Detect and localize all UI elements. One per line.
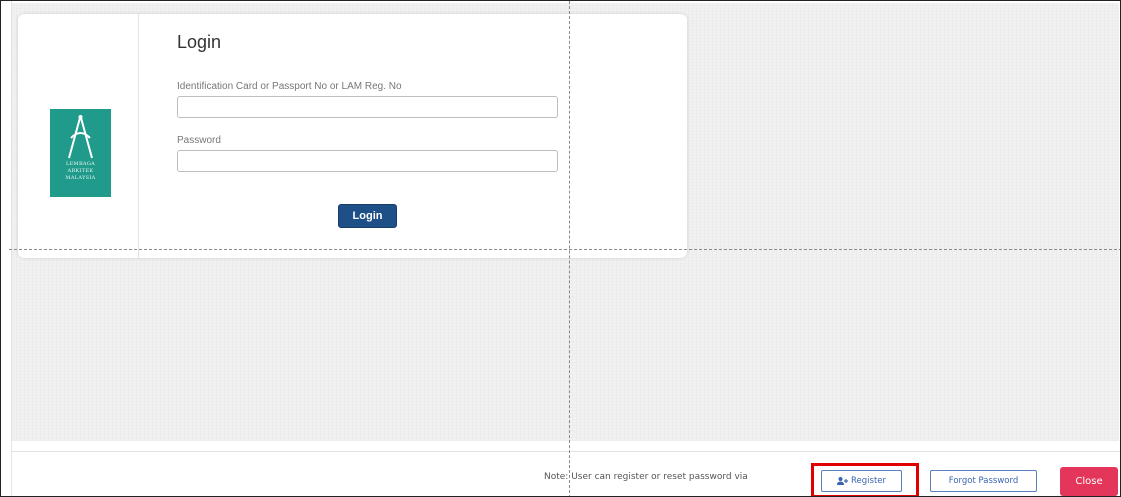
register-label: Register <box>851 476 886 486</box>
password-field-label: Password <box>177 135 221 146</box>
id-input[interactable] <box>177 96 558 118</box>
register-button[interactable]: Register <box>821 470 902 492</box>
logo-line-3: MALAYSIA <box>65 175 96 181</box>
horizontal-guide-line <box>9 249 1120 250</box>
footer-note: Note: User can register or reset passwor… <box>544 472 748 482</box>
user-plus-icon <box>837 477 848 485</box>
login-title: Login <box>177 32 222 52</box>
close-label: Close <box>1075 476 1103 487</box>
lam-logo: LEMBAGA ARKITEK MALAYSIA <box>50 109 111 197</box>
id-field-label: Identification Card or Passport No or LA… <box>177 81 402 92</box>
login-card: LEMBAGA ARKITEK MALAYSIA Login Identific… <box>18 14 687 258</box>
logo-text: LEMBAGA ARKITEK MALAYSIA <box>50 161 111 182</box>
compass-logo-icon <box>68 115 93 159</box>
logo-line-1: LEMBAGA <box>65 161 96 167</box>
forgot-password-button[interactable]: Forgot Password <box>930 470 1037 492</box>
login-button[interactable]: Login <box>338 204 397 228</box>
password-input[interactable] <box>177 150 558 172</box>
screenshot-frame: LEMBAGA ARKITEK MALAYSIA Login Identific… <box>0 0 1121 497</box>
logo-line-2: ARKITEK <box>67 168 94 174</box>
logo-panel: LEMBAGA ARKITEK MALAYSIA <box>18 14 139 258</box>
close-button[interactable]: Close <box>1060 467 1118 496</box>
forgot-password-label: Forgot Password <box>948 476 1019 486</box>
